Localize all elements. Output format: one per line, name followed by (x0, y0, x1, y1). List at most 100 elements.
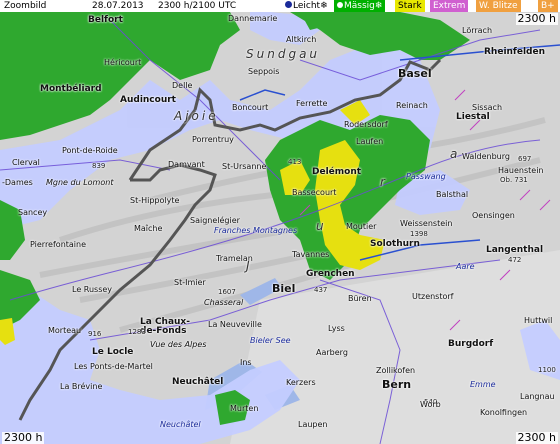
place-label-montbeliard: Montbéliard (40, 84, 102, 94)
place-label-loerrach: Lörrach (462, 26, 493, 35)
place-label-kerzers: Kerzers (286, 378, 316, 387)
place-label-pont-roide: Pont-de-Roide (62, 146, 118, 155)
place-label-jura-a: a (450, 147, 461, 161)
place-label-sundgau: Sundgau (246, 47, 321, 61)
place-label-delle: Delle (172, 81, 193, 90)
place-label-chasseral: Chasseral (204, 298, 244, 307)
place-label-bassecourt: Bassecourt (292, 188, 337, 197)
place-label-bern: Bern (382, 378, 412, 391)
place-label-huttwil: Huttwil (524, 316, 553, 325)
place-label-num-413: 413 (288, 158, 302, 166)
place-label-basel: Basel (398, 67, 432, 80)
place-label-langnau: Langnau (520, 392, 555, 401)
place-label-num-472: 472 (508, 256, 522, 264)
snowflake-icon: ❄ (320, 1, 328, 11)
place-label-num-1100: 1100 (538, 366, 556, 374)
place-label-morteau: Morteau (48, 326, 82, 335)
place-label-laufen: Laufen (356, 137, 384, 146)
place-label-dames: -Dames (2, 178, 33, 187)
dot-icon (337, 2, 343, 8)
legend-bt-label: B+ (541, 1, 555, 11)
place-label-num-1607: 1607 (218, 288, 236, 296)
place-label-jura-u: u (316, 219, 327, 233)
place-label-waldenburg: Waldenburg (462, 152, 510, 161)
place-label-balsthal: Balsthal (436, 190, 469, 199)
place-label-hericourt: Héricourt (104, 58, 142, 67)
place-label-num-ob: Ob. 731 (500, 176, 528, 184)
place-label-neuchatelsee: Neuchâtel (160, 420, 201, 429)
place-label-zollikofen: Zollikofen (376, 366, 416, 375)
place-label-belfort: Belfort (88, 15, 123, 25)
place-label-num-697: 697 (518, 155, 532, 163)
place-label-moutier: Moutier (346, 222, 377, 231)
place-label-pierrefontaine: Pierrefontaine (30, 240, 87, 249)
place-label-ajoie: Ajoie (174, 109, 219, 123)
place-label-worb: Worb (420, 400, 441, 409)
place-label-reinach: Reinach (396, 101, 428, 110)
place-label-dannemarie: Dannemarie (228, 14, 278, 23)
corner-time-bottom-right: 2300 h (515, 431, 558, 444)
place-label-la-chaux: La Chaux-de-Fonds (140, 317, 190, 336)
legend-heavy-label: Stark (398, 1, 422, 11)
header-title: Zoombild (4, 1, 47, 11)
place-label-boncourt: Boncourt (232, 103, 269, 112)
header-info: 2300 h/2100 UTC (158, 1, 237, 11)
place-label-oensingen: Oensingen (472, 211, 515, 220)
place-label-bueren: Büren (348, 294, 372, 303)
place-label-lomont: Mgne du Lomont (46, 178, 114, 187)
place-label-jura-j: J (246, 259, 253, 273)
place-label-ins: Ins (240, 358, 252, 367)
legend-light: Leicht❄ (282, 0, 331, 12)
place-label-vue-alpes: Vue des Alpes (150, 340, 207, 349)
radar-map: Zoombild 28.07.2013 2300 h/2100 UTC Leic… (0, 0, 560, 444)
place-label-num-1283: 1283 (128, 328, 146, 336)
place-label-murten: Murten (230, 404, 259, 413)
legend-moderate: Mässig❄ (334, 0, 386, 12)
legend-moderate-label: Mässig (344, 1, 375, 11)
place-label-rheinfelden: Rheinfelden (484, 47, 545, 57)
place-label-saignelegier: Saignelégier (190, 216, 240, 225)
place-label-lyss: Lyss (328, 324, 345, 333)
place-label-konolfingen: Konolfingen (480, 408, 528, 417)
place-label-st-imier: St-Imier (174, 278, 206, 287)
place-label-franches: Franches Montagnes (214, 226, 298, 235)
snowflake-icon: ❄ (374, 1, 383, 11)
place-label-tavannes: Tavannes (292, 250, 330, 259)
legend-extreme-label: Extrem (433, 1, 466, 11)
place-label-aare: Aare (456, 262, 475, 271)
place-label-liestal: Liestal (456, 112, 490, 122)
place-label-neuchatel: Neuchâtel (172, 377, 224, 387)
place-label-st-ursanne: St-Ursanne (222, 162, 267, 171)
place-label-num-839: 839 (92, 162, 106, 170)
place-label-damvant: Damvant (168, 160, 205, 169)
place-label-le-locle: Le Locle (92, 347, 134, 357)
map-canvas (0, 0, 560, 444)
place-label-bielersee: Bieler See (250, 336, 291, 345)
place-label-la-neuveville: La Neuveville (208, 320, 262, 329)
place-label-altkirch: Altkirch (286, 35, 317, 44)
place-label-num-916: 916 (88, 330, 102, 338)
place-label-num-1398: 1398 (410, 230, 428, 238)
legend-heavy: Stark (395, 0, 425, 12)
place-label-le-russey: Le Russey (72, 285, 113, 294)
place-label-audincourt: Audincourt (120, 95, 176, 105)
header-date: 28.07.2013 (92, 1, 144, 11)
dot-icon (285, 1, 292, 8)
place-label-hauenstein: Hauenstein (498, 166, 544, 175)
place-label-sancey: Sancey (18, 208, 48, 217)
place-label-jura-r: r (380, 175, 388, 189)
place-label-sissach: Sissach (472, 103, 503, 112)
place-label-aarberg: Aarberg (316, 348, 348, 357)
place-label-porrentruy: Porrentruy (192, 135, 234, 144)
place-label-utzenstorf: Utzenstorf (412, 292, 454, 301)
legend-lightning: W. Blitze (476, 0, 521, 12)
place-label-weissenstein: Weissenstein (400, 219, 453, 228)
place-label-ponts-martel: Les Ponts-de-Martel (74, 362, 153, 371)
place-label-laupen: Laupen (298, 420, 328, 429)
place-label-burgdorf: Burgdorf (448, 339, 494, 349)
place-label-langenthal: Langenthal (486, 245, 544, 255)
place-label-st-hippolyte: St-Hippolyte (130, 196, 180, 205)
place-label-la-brevine: La Brévine (60, 382, 103, 391)
corner-time-top-right: 2300 h (515, 12, 558, 25)
legend-light-label: Leicht (293, 1, 321, 11)
